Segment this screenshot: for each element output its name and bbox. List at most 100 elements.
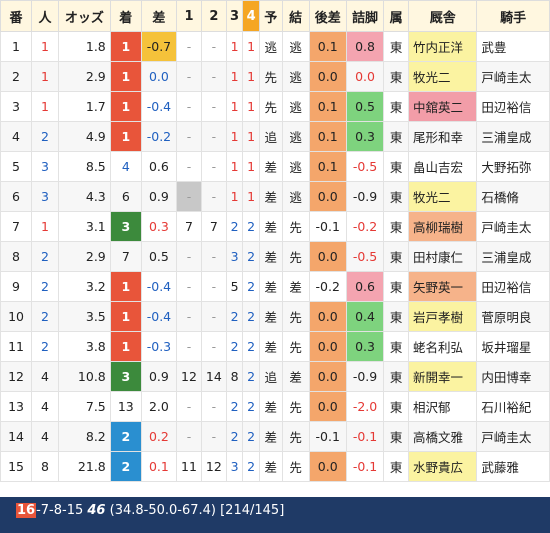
cell-kishu[interactable]: 石川裕紀 bbox=[476, 391, 550, 422]
cell-chaku: 6 bbox=[109, 181, 142, 212]
cell-kishu[interactable]: 武藤雅 bbox=[476, 451, 550, 482]
table-row[interactable]: 4 2 4.9 1 -0.2 - - 1 1 追 逃 0.1 0.3 東 尾形和… bbox=[0, 121, 550, 152]
cell-chaku: 13 bbox=[109, 391, 142, 422]
table-row[interactable]: 5 3 8.5 4 0.6 - - 1 1 差 逃 0.1 -0.5 東 畠山吉… bbox=[0, 151, 550, 182]
cell-kyusha[interactable]: 蛯名利弘 bbox=[408, 331, 478, 362]
cell-kosa: 0.0 bbox=[308, 241, 347, 272]
table-row[interactable]: 3 1 1.7 1 -0.4 - - 1 1 先 逃 0.1 0.5 東 中舘英… bbox=[0, 91, 550, 122]
cell-kyusha[interactable]: 牧光二 bbox=[408, 61, 478, 92]
cell-tsumeashi: -0.1 bbox=[345, 421, 385, 452]
header-chaku[interactable]: 着 bbox=[109, 0, 142, 32]
cell-kyusha[interactable]: 高柳瑞樹 bbox=[408, 211, 478, 242]
cell-kosa: 0.0 bbox=[308, 331, 347, 362]
table-row[interactable]: 12 4 10.8 3 0.9 12 14 8 2 追 差 0.0 -0.9 東… bbox=[0, 361, 550, 392]
cell-chaku: 2 bbox=[109, 451, 142, 482]
cell-kekka: 逃 bbox=[281, 121, 310, 152]
header-corner-3[interactable]: 3 bbox=[225, 0, 244, 32]
table-row[interactable]: 7 1 3.1 3 0.3 7 7 2 2 差 先 -0.1 -0.2 東 高柳… bbox=[0, 211, 550, 242]
table-row[interactable]: 10 2 3.5 1 -0.4 - - 2 2 差 先 0.0 0.4 東 岩戸… bbox=[0, 301, 550, 332]
header-kishu[interactable]: 騎手 bbox=[476, 0, 550, 32]
header-odds[interactable]: オッズ bbox=[57, 0, 111, 32]
cell-kishu[interactable]: 戸崎圭太 bbox=[476, 61, 550, 92]
header-kyusha[interactable]: 厩舎 bbox=[408, 0, 478, 32]
cell-kyusha[interactable]: 田村康仁 bbox=[408, 241, 478, 272]
cell-kishu[interactable]: 三浦皇成 bbox=[476, 241, 550, 272]
cell-kyusha[interactable]: 岩戸孝樹 bbox=[408, 301, 478, 332]
cell-sa: -0.7 bbox=[140, 31, 178, 62]
summary-footer: 16-7-8-15 46 (34.8-50.0-67.4) [214/145] bbox=[0, 497, 550, 533]
cell-kekka: 先 bbox=[281, 391, 310, 422]
cell-kyusha[interactable]: 竹内正洋 bbox=[408, 31, 478, 62]
cell-kyusha[interactable]: 牧光二 bbox=[408, 181, 478, 212]
cell-kishu[interactable]: 内田博幸 bbox=[476, 361, 550, 392]
table-row[interactable]: 1 1 1.8 1 -0.7 - - 1 1 逃 逃 0.1 0.8 東 竹内正… bbox=[0, 31, 550, 62]
cell-corner-3: 1 bbox=[225, 181, 244, 212]
cell-kishu[interactable]: 戸崎圭太 bbox=[476, 211, 550, 242]
cell-zoku: 東 bbox=[383, 61, 410, 92]
header-corner-1[interactable]: 1 bbox=[176, 0, 202, 32]
header-ban[interactable]: 番 bbox=[0, 0, 33, 32]
cell-odds: 3.1 bbox=[57, 211, 111, 242]
cell-odds: 21.8 bbox=[57, 451, 111, 482]
cell-kyusha[interactable]: 中舘英二 bbox=[408, 91, 478, 122]
header-corner-2[interactable]: 2 bbox=[200, 0, 227, 32]
cell-tsumeashi: -0.5 bbox=[345, 241, 385, 272]
table-row[interactable]: 14 4 8.2 2 0.2 - - 2 2 差 先 -0.1 -0.1 東 高… bbox=[0, 421, 550, 452]
header-tsumeashi[interactable]: 詰脚 bbox=[345, 0, 385, 32]
cell-zoku: 東 bbox=[383, 91, 410, 122]
cell-ninki: 1 bbox=[31, 61, 59, 92]
cell-sa: -0.4 bbox=[140, 271, 178, 302]
table-row[interactable]: 13 4 7.5 13 2.0 - - 2 2 差 先 0.0 -2.0 東 相… bbox=[0, 391, 550, 422]
cell-kosa: -0.2 bbox=[308, 271, 347, 302]
cell-tsumeashi: 0.4 bbox=[345, 301, 385, 332]
header-yosou[interactable]: 予 bbox=[258, 0, 283, 32]
table-row[interactable]: 6 3 4.3 6 0.9 - - 1 1 差 逃 0.0 -0.9 東 牧光二… bbox=[0, 181, 550, 212]
cell-kosa: 0.1 bbox=[308, 151, 347, 182]
cell-zoku: 東 bbox=[383, 301, 410, 332]
table-row[interactable]: 9 2 3.2 1 -0.4 - - 5 2 差 差 -0.2 0.6 東 矢野… bbox=[0, 271, 550, 302]
cell-kishu[interactable]: 三浦皇成 bbox=[476, 121, 550, 152]
table-row[interactable]: 11 2 3.8 1 -0.3 - - 2 2 差 先 0.0 0.3 東 蛯名… bbox=[0, 331, 550, 362]
cell-corner-2: - bbox=[200, 151, 227, 182]
cell-ban: 13 bbox=[0, 391, 33, 422]
cell-kishu[interactable]: 武豊 bbox=[476, 31, 550, 62]
cell-odds: 1.8 bbox=[57, 31, 111, 62]
cell-sa: 0.3 bbox=[140, 211, 178, 242]
cell-sa: 0.9 bbox=[140, 361, 178, 392]
cell-kyusha[interactable]: 畠山吉宏 bbox=[408, 151, 478, 182]
cell-kishu[interactable]: 石橋脩 bbox=[476, 181, 550, 212]
header-corner-4[interactable]: 4 bbox=[242, 0, 260, 32]
cell-corner-1: - bbox=[176, 421, 202, 452]
cell-kishu[interactable]: 田辺裕信 bbox=[476, 91, 550, 122]
cell-corner-4: 1 bbox=[242, 151, 260, 182]
header-zoku[interactable]: 属 bbox=[383, 0, 410, 32]
table-row[interactable]: 8 2 2.9 7 0.5 - - 3 2 差 先 0.0 -0.5 東 田村康… bbox=[0, 241, 550, 272]
cell-kyusha[interactable]: 相沢郁 bbox=[408, 391, 478, 422]
cell-corner-3: 1 bbox=[225, 91, 244, 122]
cell-sa: 0.0 bbox=[140, 61, 178, 92]
cell-kishu[interactable]: 大野拓弥 bbox=[476, 151, 550, 182]
cell-corner-4: 1 bbox=[242, 181, 260, 212]
header-kekka[interactable]: 結 bbox=[281, 0, 310, 32]
cell-corner-2: 14 bbox=[200, 361, 227, 392]
cell-kishu[interactable]: 戸崎圭太 bbox=[476, 421, 550, 452]
cell-kishu[interactable]: 田辺裕信 bbox=[476, 271, 550, 302]
cell-kyusha[interactable]: 高橋文雅 bbox=[408, 421, 478, 452]
cell-kishu[interactable]: 坂井瑠星 bbox=[476, 331, 550, 362]
cell-kekka: 先 bbox=[281, 331, 310, 362]
cell-yosou: 追 bbox=[258, 361, 283, 392]
header-kosa[interactable]: 後差 bbox=[308, 0, 347, 32]
cell-ban: 1 bbox=[0, 31, 33, 62]
cell-ninki: 4 bbox=[31, 361, 59, 392]
header-ninki[interactable]: 人 bbox=[31, 0, 59, 32]
header-sa[interactable]: 差 bbox=[140, 0, 178, 32]
table-row[interactable]: 15 8 21.8 2 0.1 11 12 3 2 差 先 0.0 -0.1 東… bbox=[0, 451, 550, 482]
cell-kyusha[interactable]: 矢野英一 bbox=[408, 271, 478, 302]
table-row[interactable]: 2 1 2.9 1 0.0 - - 1 1 先 逃 0.0 0.0 東 牧光二 … bbox=[0, 61, 550, 92]
cell-kyusha[interactable]: 新開幸一 bbox=[408, 361, 478, 392]
cell-corner-1: - bbox=[176, 331, 202, 362]
cell-kishu[interactable]: 菅原明良 bbox=[476, 301, 550, 332]
cell-kyusha[interactable]: 水野貴広 bbox=[408, 451, 478, 482]
cell-kyusha[interactable]: 尾形和幸 bbox=[408, 121, 478, 152]
cell-ninki: 3 bbox=[31, 181, 59, 212]
